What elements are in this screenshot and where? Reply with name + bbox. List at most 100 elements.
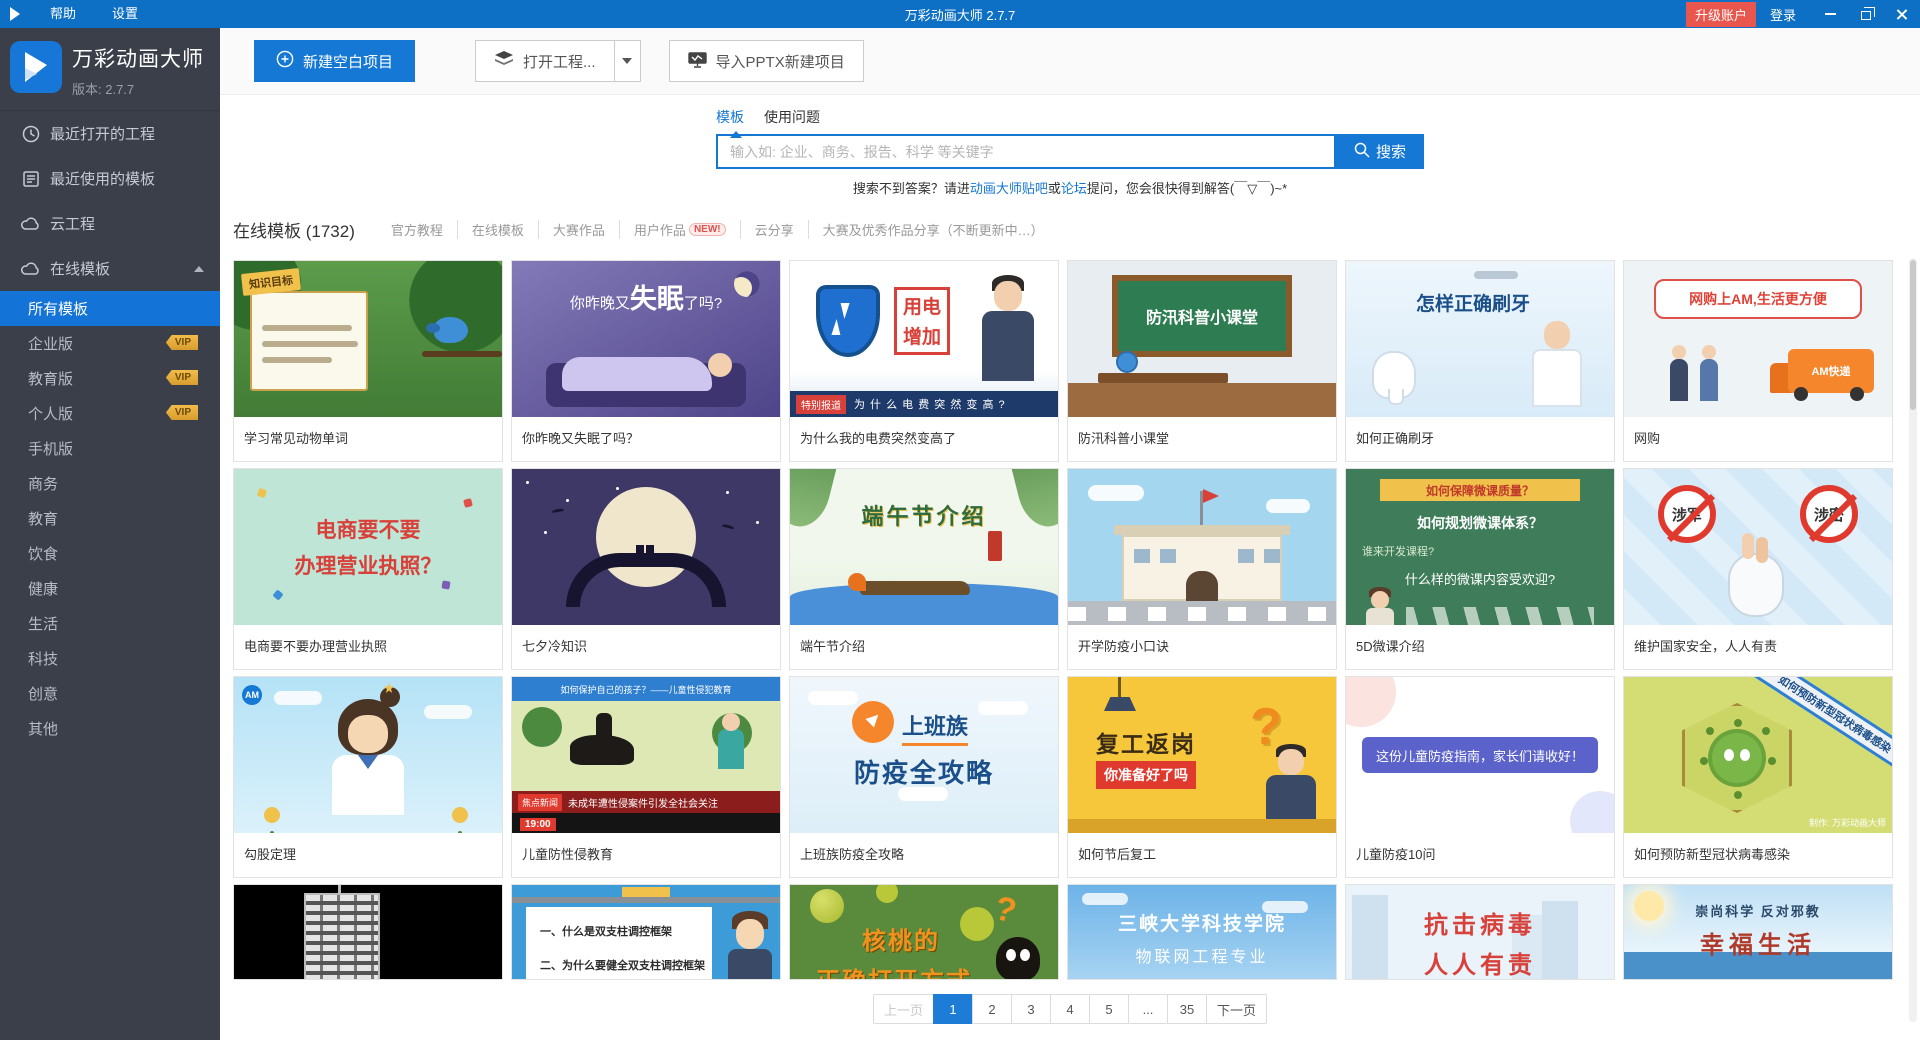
template-thumbnail [1068,469,1336,625]
template-card[interactable]: 七夕冷知识 [511,468,781,670]
filter-online-templates[interactable]: 在线模板 [457,220,538,239]
tree-decor [522,707,562,747]
filter-contest-works[interactable]: 大赛作品 [538,220,619,239]
template-card[interactable]: 涉军 涉密 维护国家安全，人人有责 [1623,468,1893,670]
template-card[interactable]: 抗击病毒 人人有责 [1345,884,1615,980]
filter-cloud-share[interactable]: 云分享 [740,220,808,239]
category-label: 所有模板 [28,298,88,319]
pagination-page-5[interactable]: 5 [1089,994,1129,1024]
scrollbar-thumb[interactable] [1910,260,1916,410]
search-input[interactable] [716,134,1336,169]
template-card[interactable]: 怎样正确刷牙 如何正确刷牙 [1345,260,1615,462]
sidebar-item-recent-templates[interactable]: 最近使用的模板 [0,156,220,201]
sidebar-category-life[interactable]: 生活 [0,606,220,641]
template-card[interactable]: 上班族 防疫全攻略 上班族防疫全攻略 [789,676,1059,878]
sidebar-item-cloud-projects[interactable]: 云工程 [0,201,220,246]
template-title: 你昨晚又失眠了吗？ [512,417,780,461]
search-button[interactable]: 搜索 [1336,134,1424,169]
pagination-page-2[interactable]: 2 [972,994,1012,1024]
hand-decor [1742,533,1754,559]
import-pptx-button[interactable]: 导入PPTX新建项目 [669,40,864,82]
close-button[interactable] [1884,0,1920,28]
template-card[interactable]: 这份儿童防疫指南，家长们请收好！ 儿童防疫10问 [1345,676,1615,878]
sidebar-item-online-templates[interactable]: 在线模板 [0,246,220,291]
sidebar-category-creative[interactable]: 创意 [0,676,220,711]
thumb-text: 如何保障微课质量？ [1380,479,1580,501]
pagination-next[interactable]: 下一页 [1206,994,1267,1024]
sidebar-item-recent-projects[interactable]: 最近打开的工程 [0,111,220,156]
open-project-dropdown-button[interactable] [615,40,641,82]
template-card[interactable]: 用电增加 特别报道 为 什 么 电 费 突 然 变 高 ? 为什么我的电费突然变… [789,260,1059,462]
horse-decor [570,735,634,765]
thumb-text: 防汛科普小课堂 [1112,275,1292,357]
template-card[interactable]: 网购上AM,生活更方便 AM快递 网购 [1623,260,1893,462]
person-decor [1670,359,1688,401]
sidebar-category-education[interactable]: 教育 [0,501,220,536]
restore-button[interactable] [1848,0,1884,28]
filter-user-works[interactable]: 用户作品NEW! [619,220,740,239]
login-button[interactable]: 登录 [1770,5,1796,24]
template-card[interactable]: 开学防疫小口诀 [1067,468,1337,670]
template-title: 为什么我的电费突然变高了 [790,417,1058,461]
template-card[interactable]: 端午节介绍 端午节介绍 [789,468,1059,670]
template-card[interactable] [233,884,503,980]
pagination-ellipsis[interactable]: ... [1128,994,1168,1024]
pagination-page-35[interactable]: 35 [1167,994,1207,1024]
template-card[interactable]: 复工返岗 你准备好了吗 ? 如何节后复工 [1067,676,1337,878]
menu-settings[interactable]: 设置 [94,0,156,28]
thumb-text: 一、什么是双支柱调控框架 [540,923,712,939]
sidebar-category-education-edition[interactable]: 教育版VIP [0,361,220,396]
sidebar-item-label: 在线模板 [50,258,110,279]
template-card[interactable]: 你昨晚又失眠了吗? 你昨晚又失眠了吗？ [511,260,781,462]
thumb-text: 三峡大学科技学院 [1068,909,1336,936]
template-card[interactable]: AM 勾股定理 [233,676,503,878]
scrollbar-track[interactable] [1909,258,1917,1022]
template-card[interactable]: 如何保护自己的孩子？——儿童性侵犯教育 焦点新闻 未成年遭性侵案件引发全社会关注… [511,676,781,878]
sidebar-category-business[interactable]: 商务 [0,466,220,501]
thumb-text: 焦点新闻 [518,794,562,811]
open-project-button[interactable]: 打开工程... [475,40,615,82]
template-card[interactable]: 崇尚科学 反对邪教 幸福生活 [1623,884,1893,980]
thumb-text: 什么样的微课内容受欢迎? [1346,569,1614,588]
sidebar-category-mobile[interactable]: 手机版 [0,431,220,466]
vip-badge: VIP [166,335,198,350]
forum-link[interactable]: 论坛 [1061,181,1087,196]
template-card[interactable]: 三峡大学科技学院 物联网工程专业 [1067,884,1337,980]
tab-template-search[interactable]: 模板 [716,107,744,127]
thumb-text: 制作: 万彩动画大师 [1809,816,1886,829]
sidebar-category-food[interactable]: 饮食 [0,536,220,571]
tieba-link[interactable]: 动画大师贴吧 [970,181,1048,196]
template-card[interactable]: 一、什么是双支柱调控框架 二、为什么要健全双支柱调控框架 三、如何健全双支柱调控… [511,884,781,980]
sidebar-category-technology[interactable]: 科技 [0,641,220,676]
template-card[interactable]: ? 核桃的 正确打开方式 [789,884,1059,980]
pagination-page-4[interactable]: 4 [1050,994,1090,1024]
menu-help[interactable]: 帮助 [32,0,94,28]
tab-usage-question[interactable]: 使用问题 [764,107,820,127]
sidebar-category-all[interactable]: 所有模板 [0,291,220,326]
pagination-page-3[interactable]: 3 [1011,994,1051,1024]
collapse-caret-icon[interactable] [194,266,204,272]
thumb-text: 这份儿童防疫指南，家长们请收好！ [1362,737,1598,773]
sidebar-item-label: 最近打开的工程 [50,123,155,144]
app-version: 版本: 2.7.7 [72,79,204,98]
sidebar-category-health[interactable]: 健康 [0,571,220,606]
pagination-page-1[interactable]: 1 [933,994,973,1024]
minimize-button[interactable] [1812,0,1848,28]
template-card[interactable]: 如何预防新型冠状病毒感染 制作: 万彩动画大师 如何预防新型冠状病毒感染 [1623,676,1893,878]
upgrade-account-button[interactable]: 升级账户 [1686,2,1756,27]
template-card[interactable]: 知识目标 学习常见动物单词 [233,260,503,462]
template-card[interactable]: 电商要不要办理营业执照？ 电商要不要办理营业执照 [233,468,503,670]
template-card[interactable]: 防汛科普小课堂 防汛科普小课堂 [1067,260,1337,462]
sidebar-category-personal[interactable]: 个人版VIP [0,396,220,431]
filter-contest-share[interactable]: 大赛及优秀作品分享（不断更新中…） [808,220,1058,239]
template-title: 勾股定理 [234,833,502,877]
pagination-prev[interactable]: 上一页 [873,994,934,1024]
sidebar-category-enterprise[interactable]: 企业版VIP [0,326,220,361]
sidebar-category-other[interactable]: 其他 [0,711,220,746]
button-label: 导入PPTX新建项目 [716,51,845,72]
sidebar-item-label: 云工程 [50,213,95,234]
new-blank-project-button[interactable]: 新建空白项目 [254,40,415,82]
app-logo-icon [10,41,62,93]
filter-official-tutorials[interactable]: 官方教程 [377,220,457,239]
template-card[interactable]: 如何保障微课质量？ 如何规划微课体系？ 谁来开发课程? 什么样的微课内容受欢迎?… [1345,468,1615,670]
